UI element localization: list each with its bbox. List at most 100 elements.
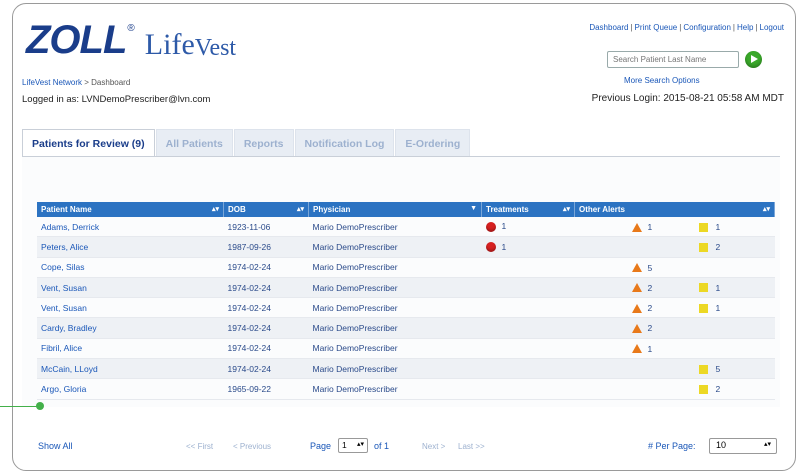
table-row[interactable]: Fibril, Alice 1974-02-24 Mario DemoPrescri… (37, 338, 775, 360)
tab-patients-for-review[interactable]: Patients for Review (9) (22, 129, 155, 157)
yellow-alert-count: 1 (715, 282, 721, 293)
cell-patient-name[interactable]: Vent, Susan (37, 277, 224, 299)
table-row[interactable]: Peters, Alice 1987-09-26 Mario DemoPrescri… (37, 236, 775, 258)
cell-other-alerts: 5 (574, 257, 775, 278)
treatment-red-dot-icon (485, 222, 496, 233)
nav-link-configuration[interactable]: Configuration (683, 23, 731, 32)
cell-other-alerts: 5 (574, 358, 775, 380)
table-row[interactable]: Vent, Susan 1974-02-24 Mario DemoPrescribe… (37, 277, 775, 299)
cell-patient-name[interactable]: Adams, Derrick (37, 217, 224, 238)
per-page-label: # Per Page: (648, 441, 696, 451)
cell-other-alerts: 2 (574, 236, 775, 258)
previous-page-link[interactable]: < Previous (233, 442, 271, 451)
table-row[interactable]: Vent, Susan 1974-02-24 Mario DemoPrescribe… (37, 297, 775, 319)
nav-link-print-queue[interactable]: Print Queue (635, 23, 678, 32)
cell-other-alerts: 1 (574, 338, 775, 360)
cell-treatments (481, 257, 575, 278)
filter-dropdown-icon: ▼ (470, 205, 477, 212)
cell-treatments: 1 (481, 217, 575, 238)
cell-physician: Mario DemoPrescriber (308, 338, 482, 360)
yellow-alert-count: 5 (715, 364, 721, 375)
select-arrows-icon: ▴▾ (356, 441, 364, 448)
table-row[interactable]: Argo, Gloria 1965-09-22 Mario DemoPrescrib… (37, 378, 775, 400)
sort-icon: ▴▾ (762, 206, 770, 213)
col-header-dob[interactable]: DOB ▴▾ (223, 202, 309, 217)
zoll-lifevest-logo: ZOLL ® Life Vest (26, 14, 236, 60)
yellow-square-icon (698, 222, 708, 232)
tab-all-patients[interactable]: All Patients (155, 129, 233, 157)
col-header-physician[interactable]: Physician ▼ (308, 202, 482, 217)
yellow-square-icon (698, 384, 708, 394)
cell-patient-name[interactable]: Cope, Silas (37, 257, 224, 278)
search-go-button[interactable] (745, 51, 762, 68)
cell-dob: 1974-02-24 (223, 297, 309, 319)
cell-patient-name[interactable]: Vent, Susan (37, 297, 224, 319)
table-row[interactable]: Adams, Derrick 1923-11-06 Mario DemoPrescr… (37, 217, 775, 238)
cell-treatments (481, 277, 575, 299)
cell-dob: 1923-11-06 (223, 217, 309, 238)
table-row[interactable]: Cardy, Bradley 1974-02-24 Mario DemoPrescr… (37, 317, 775, 339)
first-page-link[interactable]: << First (186, 442, 213, 451)
cell-dob: 1974-02-24 (223, 358, 309, 380)
cell-treatments (481, 297, 575, 319)
more-search-options-link[interactable]: More Search Options (624, 76, 700, 85)
col-header-treatments[interactable]: Treatments ▴▾ (481, 202, 575, 217)
yellow-alert-count: 1 (715, 303, 721, 314)
warning-triangle-icon (631, 222, 642, 232)
orange-alert-count: 2 (647, 303, 653, 314)
logo-zoll-text: ZOLL (26, 18, 127, 62)
select-arrows-icon: ▴▾ (763, 441, 771, 448)
cell-patient-name[interactable]: McCain, LLoyd (37, 358, 224, 380)
yellow-square-icon (698, 242, 708, 252)
nav-link-logout[interactable]: Logout (760, 23, 784, 32)
yellow-square-icon (698, 283, 708, 293)
top-nav-links: Dashboard | Print Queue | Configuration | Help… (589, 23, 784, 32)
orange-alert-count: 5 (647, 262, 653, 273)
orange-alert-count: 2 (647, 323, 653, 334)
cell-treatments (481, 358, 575, 380)
table-row[interactable]: McCain, LLoyd 1974-02-24 Mario DemoPrescri… (37, 358, 775, 380)
treatment-red-dot-icon (485, 242, 496, 253)
callout-leader-line (0, 406, 40, 407)
col-header-other-alerts[interactable]: Other Alerts ▴▾ (574, 202, 775, 217)
cell-other-alerts: 2 (574, 317, 775, 339)
cell-physician: Mario DemoPrescriber (308, 217, 482, 238)
cell-patient-name[interactable]: Fibril, Alice (37, 338, 224, 360)
callout-leader-dot (36, 402, 44, 410)
search-patient-input[interactable] (607, 51, 739, 68)
cell-physician: Mario DemoPrescriber (308, 378, 482, 400)
col-header-patient-name[interactable]: Patient Name ▴▾ (37, 202, 224, 217)
cell-dob: 1987-09-26 (223, 236, 309, 258)
nav-link-dashboard[interactable]: Dashboard (589, 23, 628, 32)
cell-dob: 1974-02-24 (223, 257, 309, 278)
cell-physician: Mario DemoPrescriber (308, 277, 482, 299)
cell-physician: Mario DemoPrescriber (308, 236, 482, 258)
page-select[interactable]: 1 ▴▾ (338, 438, 368, 453)
last-page-link[interactable]: Last >> (458, 442, 485, 451)
cell-patient-name[interactable]: Cardy, Bradley (37, 317, 224, 339)
breadcrumb-current: Dashboard (91, 78, 131, 87)
breadcrumb-root-link[interactable]: LifeVest Network (22, 78, 82, 87)
nav-link-help[interactable]: Help (737, 23, 753, 32)
per-page-select[interactable]: 10 ▴▾ (709, 438, 777, 454)
tab-bar: Patients for Review (9) All Patients Rep… (22, 129, 471, 157)
cell-patient-name[interactable]: Argo, Gloria (37, 378, 224, 400)
cell-other-alerts: 2 (574, 378, 775, 400)
cell-other-alerts: 21 (574, 297, 775, 319)
show-all-link[interactable]: Show All (38, 441, 73, 451)
treatment-count: 1 (501, 221, 507, 232)
cell-treatments (481, 378, 575, 400)
cell-dob: 1974-02-24 (223, 317, 309, 339)
cell-patient-name[interactable]: Peters, Alice (37, 236, 224, 258)
logged-in-label: Logged in as: LVNDemoPrescriber@lvn.com (22, 94, 211, 105)
table-row[interactable]: Cope, Silas 1974-02-24 Mario DemoPrescribe… (37, 257, 775, 278)
treatment-count: 1 (501, 241, 507, 252)
tab-reports[interactable]: Reports (233, 129, 294, 157)
next-page-link[interactable]: Next > (422, 442, 445, 451)
tab-e-ordering[interactable]: E-Ordering (395, 129, 471, 157)
tab-notification-log[interactable]: Notification Log (294, 129, 395, 157)
cell-treatments: 1 (481, 236, 575, 258)
cell-treatments (481, 338, 575, 360)
logo-vest-text: Vest (194, 35, 237, 61)
logo-life-text: Life (144, 28, 195, 61)
